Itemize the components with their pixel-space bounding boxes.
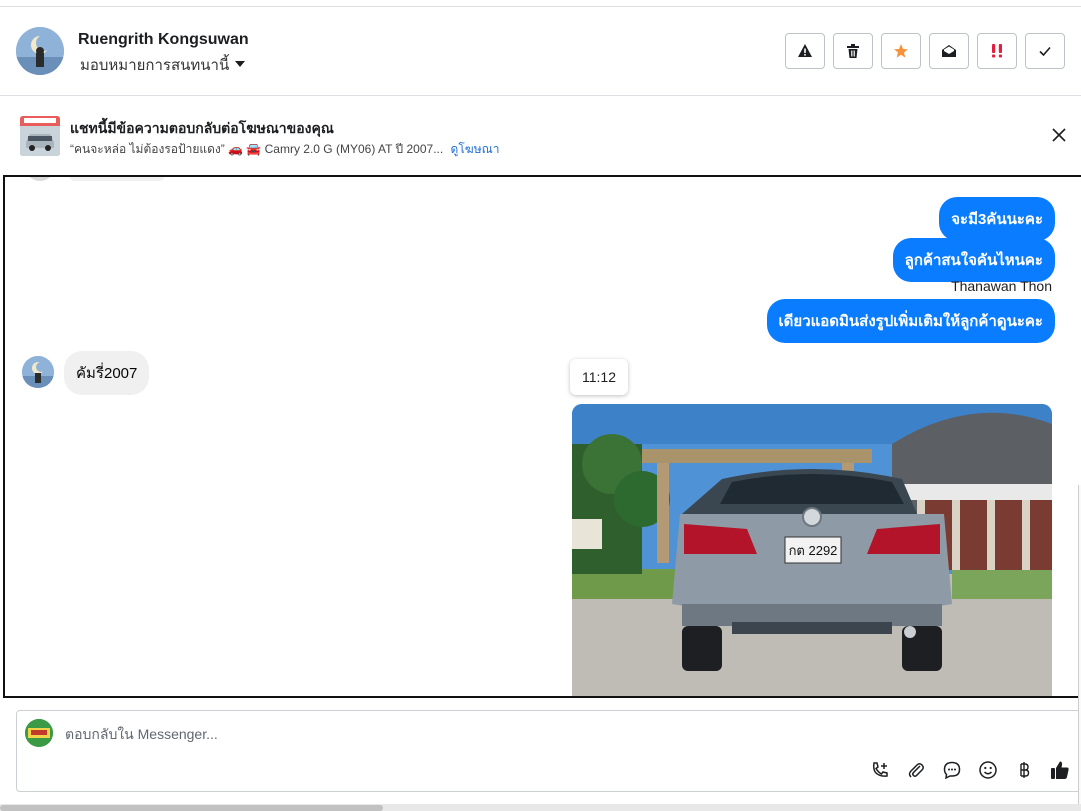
reply-composer xyxy=(16,710,1081,792)
thumbs-up-icon xyxy=(1051,761,1069,779)
important-button[interactable] xyxy=(977,33,1017,69)
delete-button[interactable] xyxy=(833,33,873,69)
incoming-message[interactable]: คัมรี่2007 xyxy=(64,351,150,395)
trash-icon xyxy=(847,44,859,58)
check-icon xyxy=(1039,46,1051,57)
saved-replies-button[interactable] xyxy=(941,759,963,781)
message-timestamp: 11:12 xyxy=(570,359,628,395)
outgoing-message[interactable]: เดียวแอดมินส่งรูปเพิ่มเติมให้ลูกค้าดูนะค… xyxy=(766,299,1055,343)
paperclip-icon xyxy=(908,763,924,778)
message-thread[interactable]: จะมี3คันนะคะ ลูกค้าสนใจคันไหนคะ Thanawan… xyxy=(3,175,1081,698)
envelope-open-icon xyxy=(942,45,956,57)
contact-avatar-small[interactable] xyxy=(22,356,54,388)
contact-avatar[interactable] xyxy=(16,27,64,75)
outgoing-message[interactable]: จะมี3คันนะคะ xyxy=(939,197,1055,241)
chat-bubble-icon xyxy=(943,761,961,780)
composer-tools xyxy=(869,759,1071,781)
page-avatar xyxy=(25,719,53,747)
ad-thumbnail[interactable] xyxy=(20,116,60,156)
mark-done-button[interactable] xyxy=(1025,33,1065,69)
emoji-button[interactable] xyxy=(977,759,999,781)
assign-conversation-dropdown[interactable]: มอบหมายการสนทนานี้ xyxy=(80,53,246,77)
license-plate-text: กต 2292 xyxy=(789,543,838,558)
baht-icon xyxy=(1020,762,1030,778)
ad-caption: “คนจะหล่อ ไม่ต้องรอป้ายแดง” 🚗 🚘 Camry 2.… xyxy=(70,142,444,156)
view-ad-link[interactable]: ดูโฆษณา xyxy=(451,142,500,156)
phone-plus-icon xyxy=(872,762,888,777)
caret-down-icon xyxy=(235,61,246,67)
close-banner-button[interactable] xyxy=(1049,125,1069,145)
close-icon xyxy=(1052,128,1066,142)
like-button[interactable] xyxy=(1049,759,1071,781)
payment-button[interactable] xyxy=(1013,759,1035,781)
call-button[interactable] xyxy=(869,759,891,781)
car-photo-attachment[interactable]: กต 2292 xyxy=(572,404,1052,696)
previous-message-fragment xyxy=(69,177,165,181)
report-spam-button[interactable] xyxy=(785,33,825,69)
mark-unread-button[interactable] xyxy=(929,33,969,69)
star-button[interactable] xyxy=(881,33,921,69)
previous-avatar-fragment xyxy=(25,177,55,181)
conversation-header: Ruengrith Kongsuwan มอบหมายการสนทนานี้ xyxy=(0,7,1081,96)
banner-title: แชทนี้มีข้อความตอบกลับต่อโฆษณาของคุณ xyxy=(70,120,334,136)
smiley-icon xyxy=(979,761,997,779)
banner-subtitle: “คนจะหล่อ ไม่ต้องรอป้ายแดง” 🚗 🚘 Camry 2.… xyxy=(70,140,499,159)
assign-label: มอบหมายการสนทนานี้ xyxy=(80,57,230,74)
warning-icon xyxy=(798,44,812,57)
contact-name: Ruengrith Kongsuwan xyxy=(78,31,249,48)
ad-reply-banner: แชทนี้มีข้อความตอบกลับต่อโฆษณาของคุณ “คน… xyxy=(0,97,1081,175)
exclamation-icon xyxy=(992,44,1002,58)
message-input[interactable] xyxy=(65,723,865,745)
horizontal-scrollbar-thumb[interactable] xyxy=(0,805,383,811)
star-icon xyxy=(894,44,908,58)
header-actions xyxy=(785,33,1065,69)
attach-button[interactable] xyxy=(905,759,927,781)
sender-name: Thanawan Thon xyxy=(951,278,1052,294)
outgoing-message[interactable]: ลูกค้าสนใจคันไหนคะ xyxy=(892,238,1055,282)
